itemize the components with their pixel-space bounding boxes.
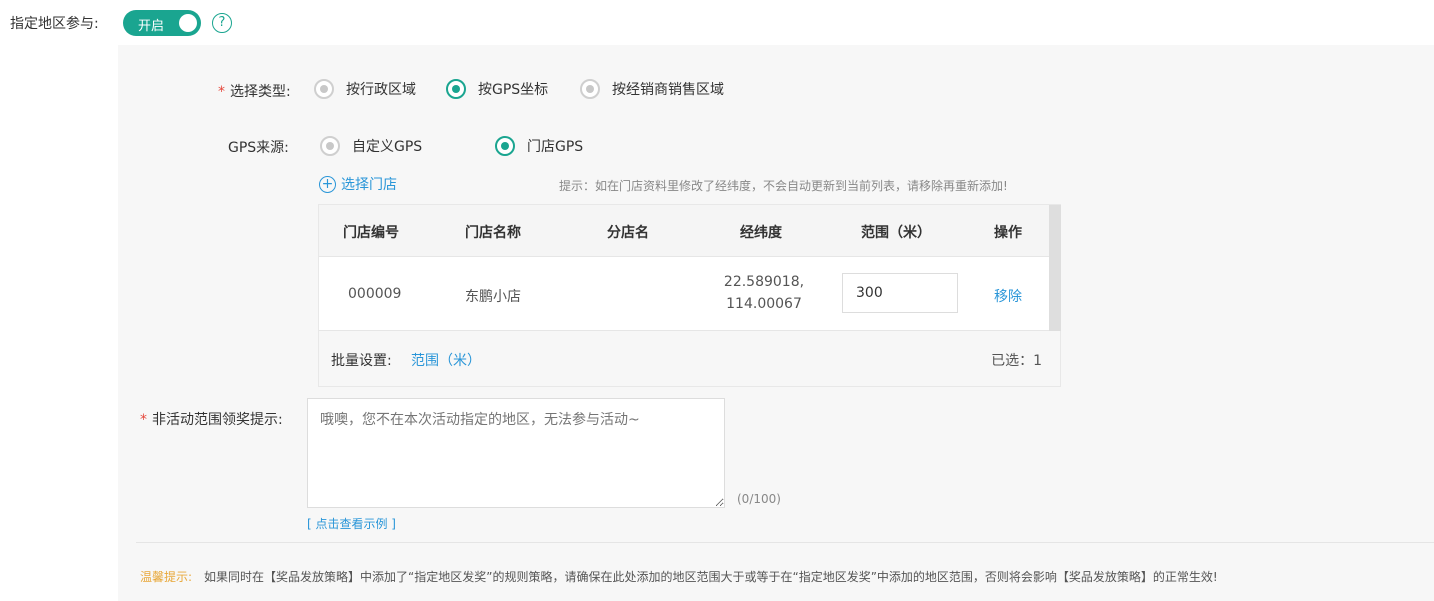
column-header: 经纬度	[740, 225, 782, 241]
table-row: 000009 东鹏小店 22.589018, 114.00067 移除	[319, 257, 1049, 331]
column-header: 操作	[994, 225, 1022, 241]
remove-button[interactable]: 移除	[994, 286, 1022, 306]
warm-tip-label: 温馨提示:	[140, 570, 193, 584]
store-hint-text: 提示：如在门店资料里修改了经纬度，不会自动更新到当前列表，请移除再重新添加!	[559, 179, 1008, 193]
radio-gps-coords[interactable]: 按GPS坐标	[446, 79, 548, 99]
warm-tip-text: 如果同时在【奖品发放策略】中添加了“指定地区发奖”的规则策略，请确保在此处添加的…	[204, 570, 1218, 584]
range-input[interactable]	[842, 273, 958, 313]
table-header: 门店编号 门店名称 分店名 经纬度 范围（米） 操作	[319, 205, 1049, 257]
char-counter: (0/100)	[737, 492, 781, 506]
column-header: 范围（米）	[861, 225, 931, 241]
selected-count: 已选：1	[991, 353, 1042, 369]
radio-dot	[580, 79, 600, 99]
table-scrollbar[interactable]	[1049, 205, 1061, 331]
required-mark: *	[140, 412, 147, 428]
column-header: 门店编号	[343, 225, 399, 241]
radio-dot	[320, 136, 340, 156]
view-example-link[interactable]: [ 点击查看示例 ]	[307, 515, 396, 532]
radio-dot	[314, 79, 334, 99]
plus-icon: +	[319, 175, 336, 193]
help-icon[interactable]: ?	[212, 13, 232, 33]
radio-dot	[446, 79, 466, 99]
longitude-value: 114.00067	[726, 296, 802, 312]
region-participation-label: 指定地区参与:	[10, 16, 99, 32]
prompt-label: * 非活动范围领奖提示:	[140, 412, 283, 428]
type-select-label: * 选择类型:	[218, 84, 291, 100]
radio-label: 门店GPS	[527, 139, 584, 155]
batch-setting-label: 批量设置:	[331, 353, 392, 369]
column-header: 门店名称	[465, 225, 521, 241]
latitude-value: 22.589018,	[723, 274, 805, 290]
radio-label: 按行政区域	[346, 82, 416, 98]
store-code-cell: 000009	[348, 286, 402, 302]
store-name-cell: 东鹏小店	[465, 289, 521, 305]
coordinates-cell: 22.589018, 114.00067	[714, 271, 814, 315]
toggle-knob	[179, 14, 197, 32]
radio-store-gps[interactable]: 门店GPS	[495, 136, 583, 156]
store-table: 门店编号 门店名称 分店名 经纬度 范围（米） 操作 000009 东鹏小店 2…	[318, 204, 1061, 387]
radio-label: 按经销商销售区域	[612, 82, 724, 98]
radio-dot	[495, 136, 515, 156]
radio-dealer-region[interactable]: 按经销商销售区域	[580, 79, 724, 99]
divider	[136, 542, 1434, 543]
select-store-button[interactable]: + 选择门店	[319, 174, 397, 194]
select-store-label: 选择门店	[341, 177, 397, 193]
radio-label: 自定义GPS	[352, 139, 423, 155]
radio-admin-region[interactable]: 按行政区域	[314, 79, 416, 99]
required-mark: *	[218, 84, 225, 100]
region-toggle-switch[interactable]: 开启	[123, 10, 201, 36]
radio-label: 按GPS坐标	[478, 82, 549, 98]
batch-range-link[interactable]: 范围（米）	[411, 350, 481, 370]
warm-tip: 温馨提示: 如果同时在【奖品发放策略】中添加了“指定地区发奖”的规则策略，请确保在…	[140, 568, 1218, 585]
toggle-label: 开启	[138, 19, 165, 34]
column-header: 分店名	[607, 225, 649, 241]
gps-source-label: GPS来源:	[228, 140, 289, 156]
radio-custom-gps[interactable]: 自定义GPS	[320, 136, 422, 156]
prompt-textarea[interactable]	[307, 398, 725, 508]
